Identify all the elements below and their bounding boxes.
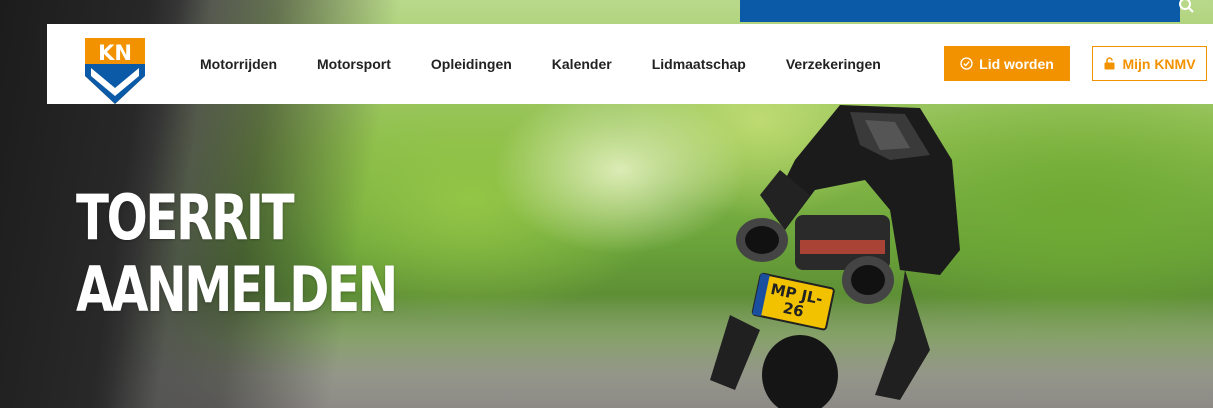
nav-item-opleidingen[interactable]: Opleidingen	[431, 56, 512, 72]
lid-worden-label: Lid worden	[979, 55, 1054, 72]
svg-text:KN: KN	[98, 41, 132, 65]
main-navbar: KN Motorrijden Motorsport Opleidingen Ka…	[47, 24, 1213, 104]
motorcycle-rider-image	[710, 105, 960, 408]
nav-item-motorsport[interactable]: Motorsport	[317, 56, 391, 72]
primary-menu: Motorrijden Motorsport Opleidingen Kalen…	[200, 24, 921, 104]
mijn-knmv-button[interactable]: Mijn KNMV	[1092, 46, 1207, 81]
knmv-logo[interactable]: KN	[83, 36, 147, 106]
search-icon[interactable]	[1178, 0, 1198, 14]
hero-title-line-1: TOERRIT	[76, 181, 295, 254]
nav-item-motorrijden[interactable]: Motorrijden	[200, 56, 277, 72]
mijn-knmv-label: Mijn KNMV	[1122, 55, 1196, 72]
top-utility-bar	[740, 0, 1180, 22]
nav-item-kalender[interactable]: Kalender	[552, 56, 612, 72]
lock-icon	[1104, 57, 1115, 70]
hero-title: TOERRIT AANMELDEN	[76, 181, 398, 326]
nav-item-lidmaatschap[interactable]: Lidmaatschap	[652, 56, 746, 72]
nav-item-verzekeringen[interactable]: Verzekeringen	[786, 56, 881, 72]
lid-worden-button[interactable]: Lid worden	[944, 46, 1070, 81]
hero-title-line-2: AANMELDEN	[76, 253, 398, 326]
check-circle-icon	[960, 57, 973, 70]
